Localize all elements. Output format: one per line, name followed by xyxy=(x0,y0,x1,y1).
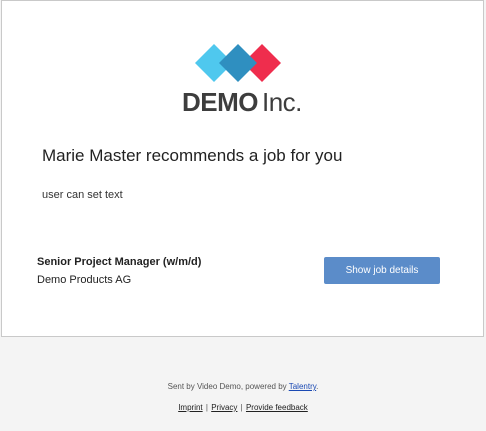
imprint-link[interactable]: Imprint xyxy=(178,403,202,412)
footer-separator: | xyxy=(240,403,243,412)
logo-wordmark: DEMO Inc. xyxy=(182,87,302,118)
footer-sent-by-suffix: . xyxy=(316,382,319,391)
email-page: DEMO Inc. Marie Master recommends a job f… xyxy=(0,0,486,431)
job-title: Senior Project Manager (w/m/d) xyxy=(37,256,202,268)
email-card: DEMO Inc. Marie Master recommends a job f… xyxy=(1,0,484,337)
logo-text-bold: DEMO xyxy=(182,87,259,117)
diamonds-logo-icon xyxy=(195,44,281,82)
footer-links: Imprint | Privacy | Provide feedback xyxy=(0,403,486,412)
talentry-link[interactable]: Talentry xyxy=(289,382,316,391)
footer-sent-by-prefix: Sent by Video Demo, powered by xyxy=(167,382,289,391)
custom-message: user can set text xyxy=(42,189,123,201)
company-logo: DEMO Inc. xyxy=(172,41,317,117)
job-company: Demo Products AG xyxy=(37,274,132,286)
logo-diamond-middle xyxy=(219,44,257,82)
logo-text-light: Inc. xyxy=(262,87,302,117)
footer-sent-by: Sent by Video Demo, powered by Talentry. xyxy=(0,382,486,391)
footer-separator: | xyxy=(205,403,208,412)
recommendation-headline: Marie Master recommends a job for you xyxy=(42,146,343,165)
show-job-details-button[interactable]: Show job details xyxy=(324,257,440,284)
privacy-link[interactable]: Privacy xyxy=(211,403,237,412)
provide-feedback-link[interactable]: Provide feedback xyxy=(246,403,308,412)
